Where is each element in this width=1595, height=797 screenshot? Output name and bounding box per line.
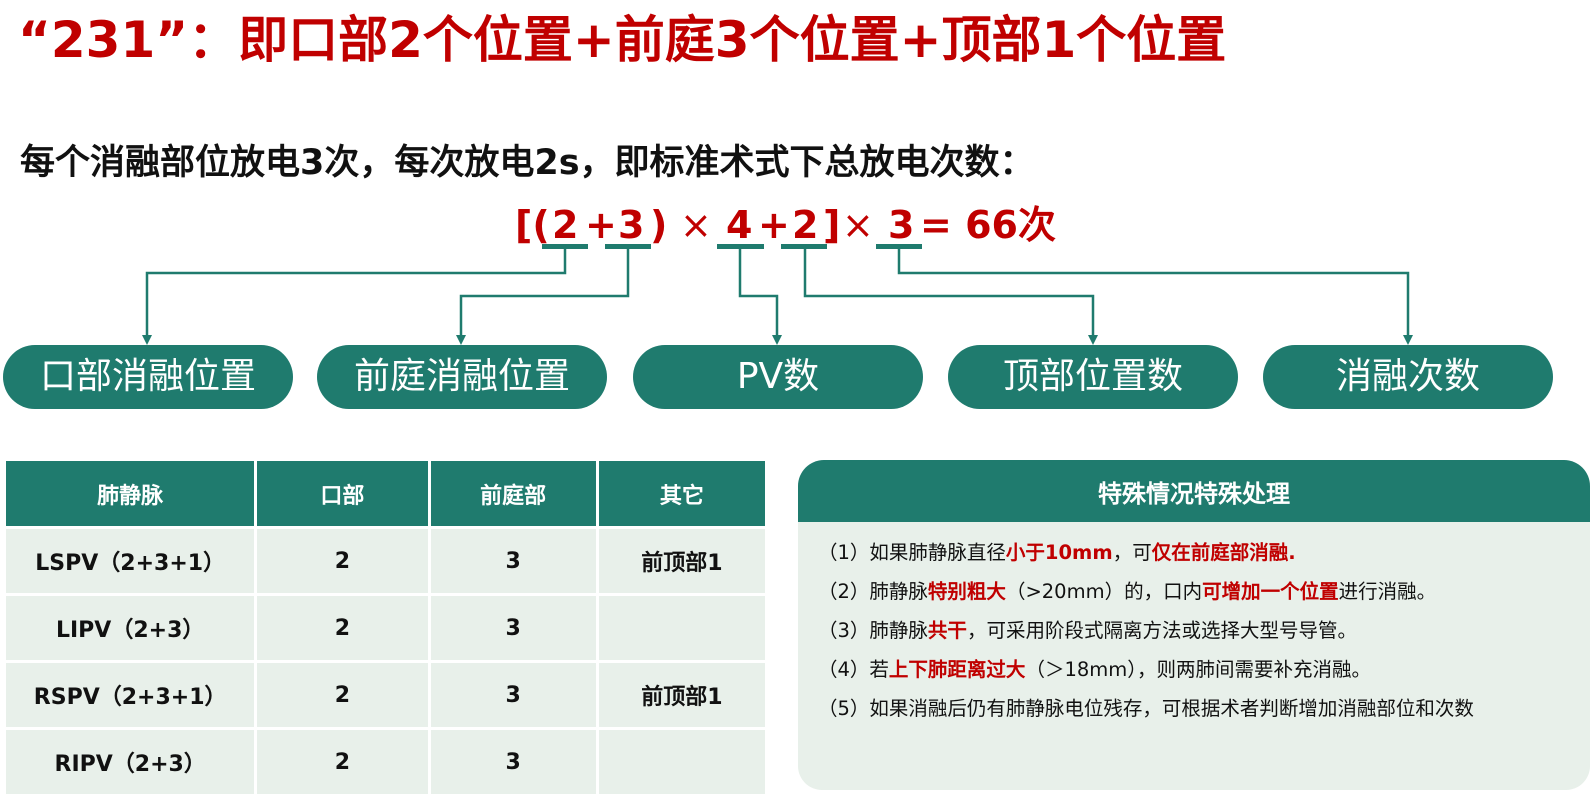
underline-d xyxy=(781,244,827,249)
table-cell xyxy=(595,727,769,797)
note-item-5: （5）如果消融后仍有肺静脉电位残存，可根据术者判断增加消融部位和次数 xyxy=(818,697,1474,720)
formula-plus-2: + xyxy=(758,203,790,247)
table-header: 口部 xyxy=(254,458,431,529)
table-cell: LSPV（2+3+1） xyxy=(2,526,258,596)
note-item-4: （4）若上下肺距离过大（＞18mm），则两肺间需要补充消融。 xyxy=(818,658,1371,681)
table-row: LSPV（2+3+1） 2 3 前顶部1 xyxy=(2,526,769,596)
table-cell: RSPV（2+3+1） xyxy=(2,660,258,730)
formula-open: [( xyxy=(515,203,550,247)
formula-close-1: ) xyxy=(650,203,668,247)
underline-b xyxy=(605,244,651,249)
note-item-2: （2）肺静脉特别粗大（>20mm）的，口内可增加一个位置进行消融。 xyxy=(818,580,1437,603)
formula-term-e: 3 xyxy=(888,203,915,247)
pill-ablation-count: 消融次数 xyxy=(1263,345,1553,409)
table-cell: 2 xyxy=(254,727,431,797)
connector-b xyxy=(456,249,630,345)
pill-antrum-sites: 前庭消融位置 xyxy=(317,345,607,409)
formula-term-c: 4 xyxy=(726,203,753,247)
pv-table: 肺静脉 口部 前庭部 其它 LSPV（2+3+1） 2 3 前顶部1 LIPV（… xyxy=(2,458,769,797)
formula-plus-1: + xyxy=(585,203,617,247)
underline-a xyxy=(542,244,588,249)
formula-term-d: 2 xyxy=(792,203,819,247)
table-cell: 2 xyxy=(254,660,431,730)
page-title: “231”：即口部2个位置+前庭3个位置+顶部1个位置 xyxy=(18,11,1227,69)
pill-roof-sites: 顶部位置数 xyxy=(948,345,1238,409)
pill-ostium-sites: 口部消融位置 xyxy=(3,345,293,409)
formula-times-1: × xyxy=(680,203,712,247)
table-row: RIPV（2+3） 2 3 xyxy=(2,727,769,797)
table-header: 肺静脉 xyxy=(2,458,258,529)
note-item-1: （1）如果肺静脉直径小于10mm，可仅在前庭部消融. xyxy=(818,541,1296,564)
formula-term-b: 3 xyxy=(618,203,645,247)
table-cell: 前顶部1 xyxy=(595,660,769,730)
connector-c xyxy=(738,249,782,345)
formula-result: = 66次 xyxy=(920,203,1056,247)
special-cases-heading: 特殊情况特殊处理 xyxy=(798,460,1590,522)
table-cell: 2 xyxy=(254,593,431,663)
table-cell: 3 xyxy=(427,727,599,797)
table-cell: 前顶部1 xyxy=(595,526,769,596)
table-cell: RIPV（2+3） xyxy=(2,727,258,797)
formula-times-2: × xyxy=(842,203,874,247)
special-cases-body: （1）如果肺静脉直径小于10mm，可仅在前庭部消融. （2）肺静脉特别粗大（>2… xyxy=(798,522,1590,790)
connector-d xyxy=(803,249,1098,345)
connector-a xyxy=(142,249,567,345)
table-cell xyxy=(595,593,769,663)
underline-c xyxy=(717,244,764,249)
connector-e xyxy=(897,249,1413,345)
table-cell: 2 xyxy=(254,526,431,596)
table-header-row: 肺静脉 口部 前庭部 其它 xyxy=(2,458,769,529)
table-row: LIPV（2+3） 2 3 xyxy=(2,593,769,663)
special-cases-panel: 特殊情况特殊处理 （1）如果肺静脉直径小于10mm，可仅在前庭部消融. （2）肺… xyxy=(798,460,1590,793)
table-header: 前庭部 xyxy=(427,458,599,529)
subtitle: 每个消融部位放电3次，每次放电2s，即标准术式下总放电次数： xyxy=(20,143,1035,183)
underline-e xyxy=(876,244,922,249)
table-header: 其它 xyxy=(595,458,769,529)
table-row: RSPV（2+3+1） 2 3 前顶部1 xyxy=(2,660,769,730)
table-cell: 3 xyxy=(427,526,599,596)
formula-close-2: ] xyxy=(823,203,841,247)
table-cell: LIPV（2+3） xyxy=(2,593,258,663)
formula: [( 2 + 3 ) × 4 + 2 ] × 3 = 66次 xyxy=(0,200,1595,250)
table-cell: 3 xyxy=(427,593,599,663)
table-cell: 3 xyxy=(427,660,599,730)
note-item-3: （3）肺静脉共干，可采用阶段式隔离方法或选择大型号导管。 xyxy=(818,619,1357,642)
pill-pv-count: PV数 xyxy=(633,345,923,409)
formula-term-a: 2 xyxy=(552,203,579,247)
